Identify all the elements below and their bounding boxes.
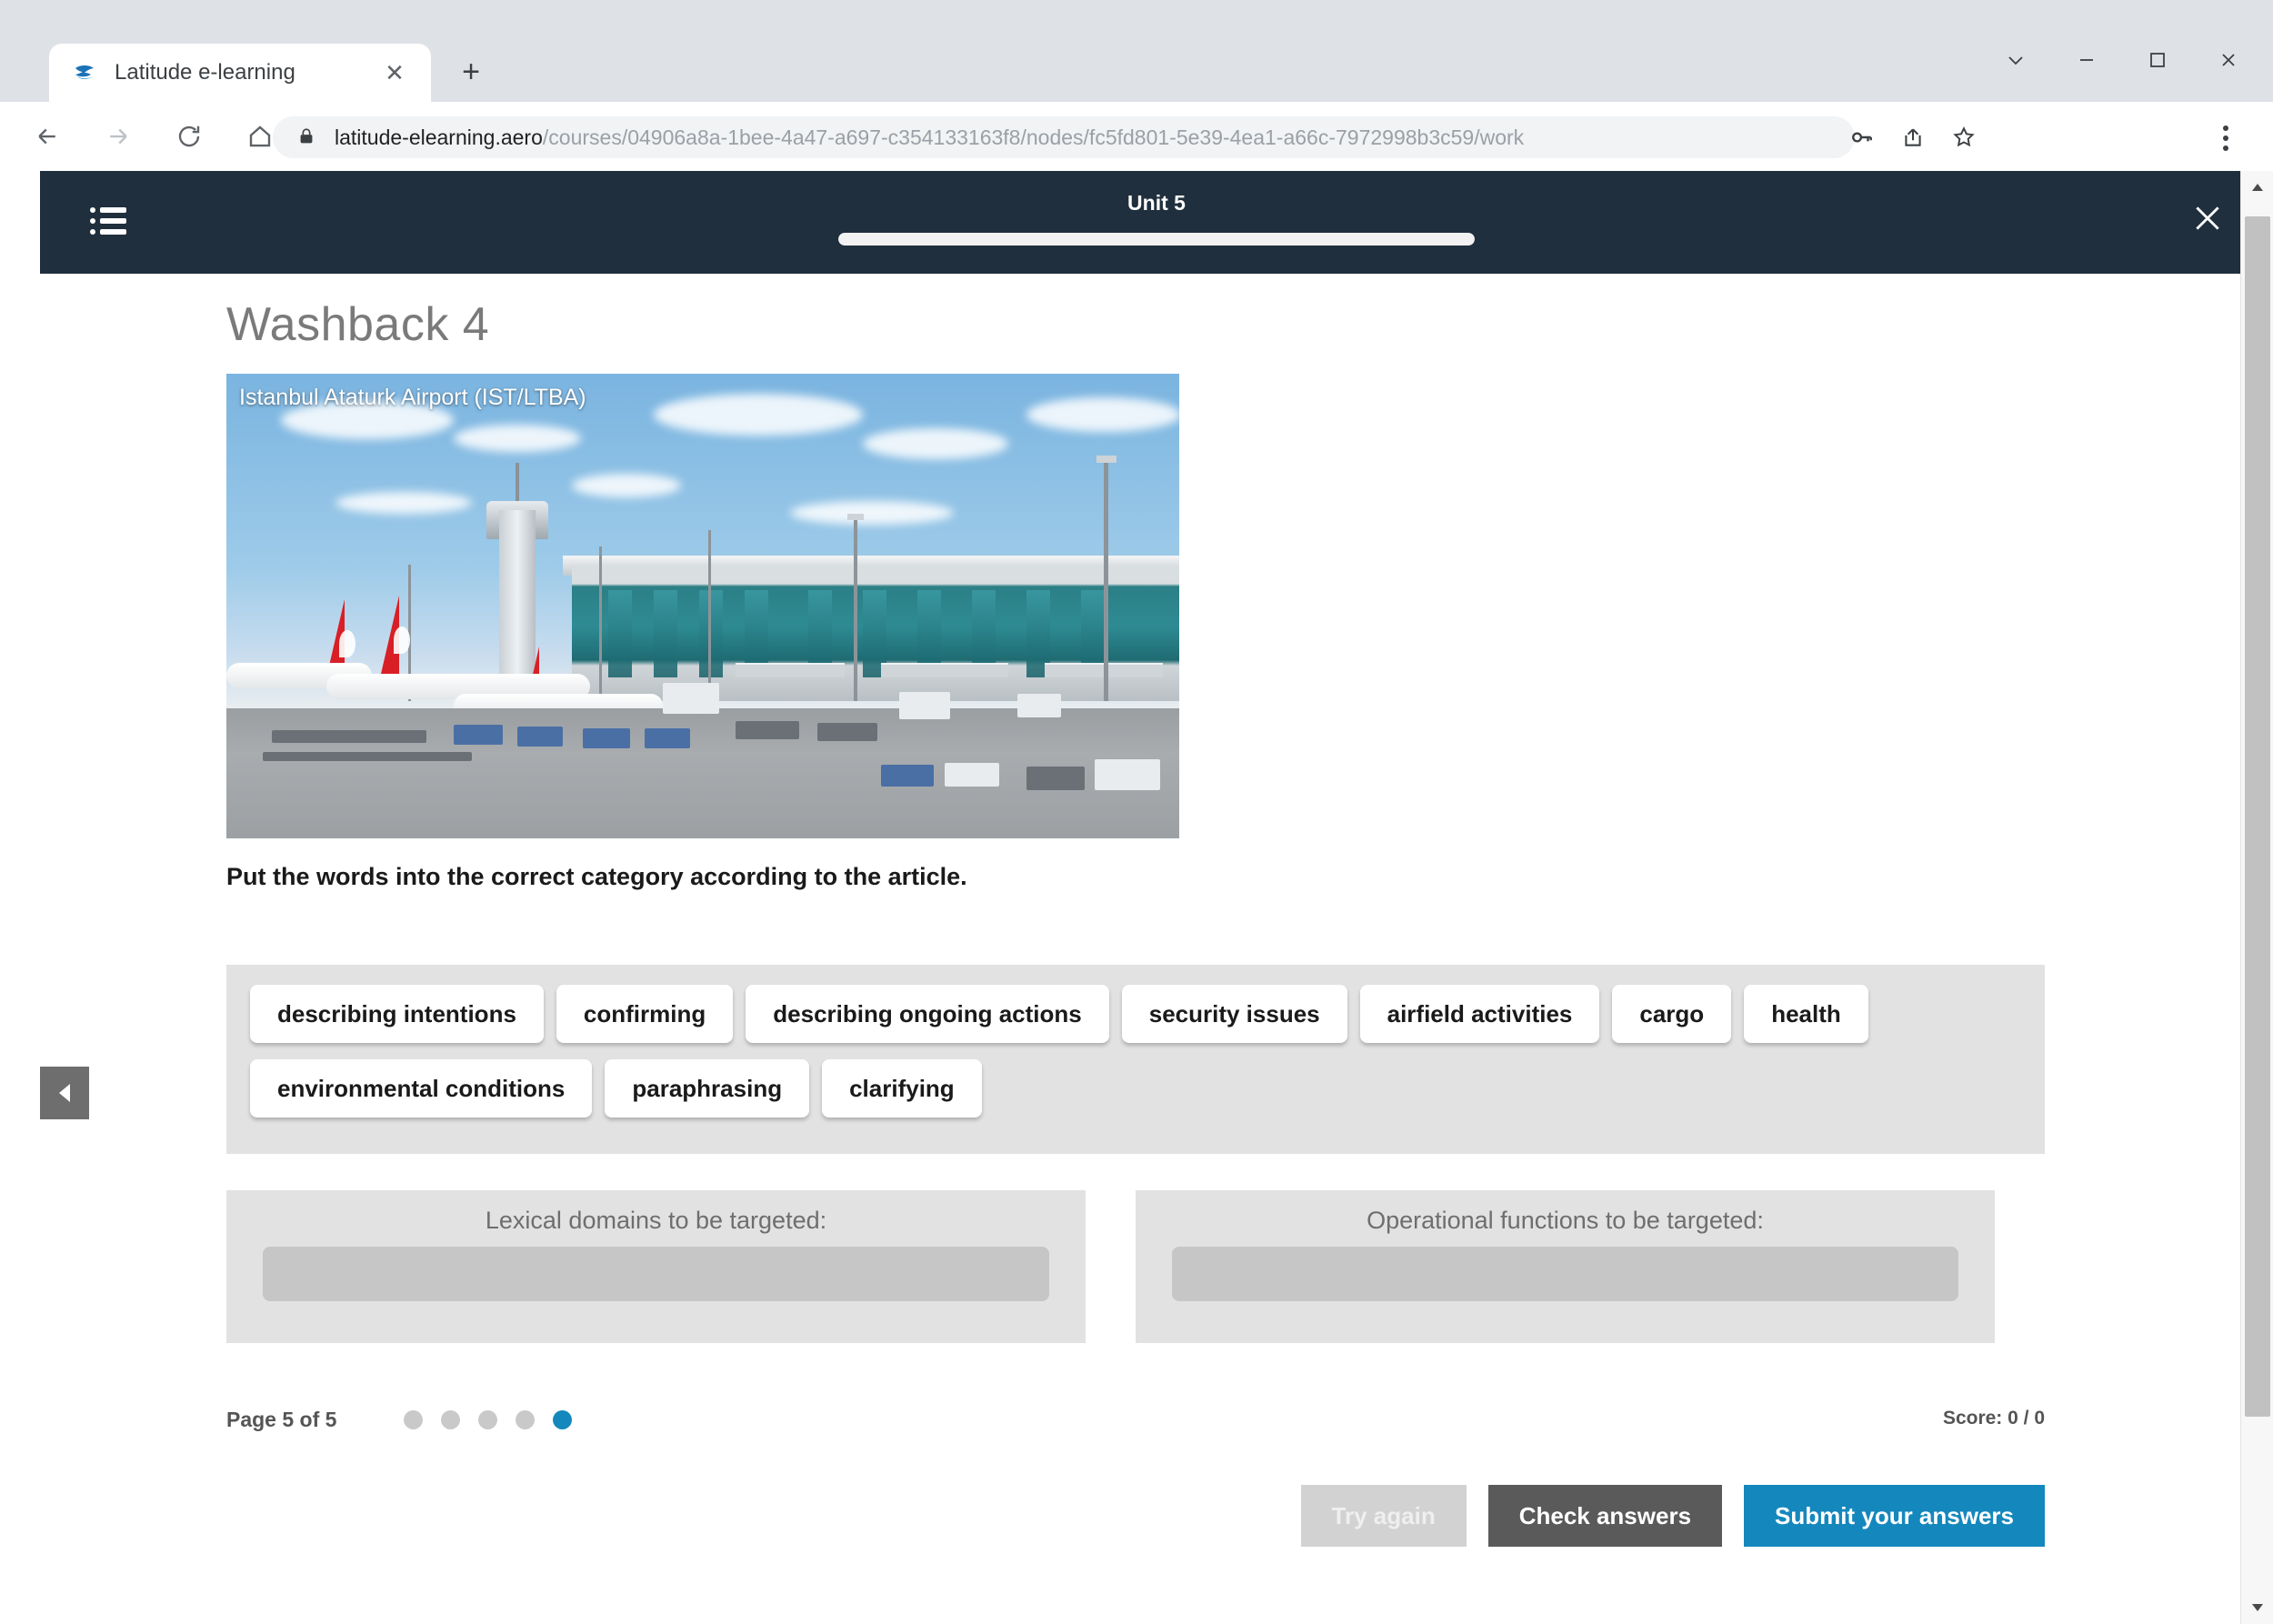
bookmark-star-icon[interactable] (1938, 116, 1989, 158)
word-chip[interactable]: describing intentions (250, 985, 544, 1043)
unit-progress-fill (838, 233, 1475, 246)
course-header: Unit 5 (40, 171, 2273, 274)
word-chip[interactable]: describing ongoing actions (746, 985, 1109, 1043)
unit-progress-bar (838, 233, 1475, 246)
action-buttons: Try again Check answers Submit your answ… (1300, 1485, 2045, 1547)
word-chip[interactable]: confirming (556, 985, 734, 1043)
window-maximize-icon[interactable] (2122, 36, 2193, 84)
score-label: Score: 0 / 0 (1942, 1408, 2045, 1429)
dropzone-label: Lexical domains to be targeted: (485, 1207, 827, 1234)
word-chip[interactable]: paraphrasing (605, 1059, 810, 1118)
browser-titlebar: Latitude e-learning ✕ + (0, 0, 2273, 102)
word-chip[interactable]: environmental conditions (250, 1059, 593, 1118)
page-indicator: Page 5 of 5 (226, 1408, 337, 1431)
latitude-logo-icon (71, 59, 98, 86)
browser-tab-title: Latitude e-learning (115, 60, 295, 85)
url-text: latitude-elearning.aero/courses/04906a8a… (335, 125, 1524, 150)
back-icon[interactable] (24, 113, 71, 160)
dropzone-lexical-domains[interactable]: Lexical domains to be targeted: (226, 1190, 1086, 1343)
window-close-icon[interactable] (2193, 36, 2264, 84)
page-dot-3[interactable] (478, 1410, 497, 1429)
word-chip[interactable]: clarifying (822, 1059, 982, 1118)
check-answers-button[interactable]: Check answers (1487, 1485, 1723, 1547)
window-chevron-down-icon[interactable] (1980, 36, 2051, 84)
reload-icon[interactable] (165, 113, 213, 160)
word-chip[interactable]: airfield activities (1359, 985, 1600, 1043)
exercise-instruction: Put the words into the correct category … (226, 863, 967, 890)
try-again-button[interactable]: Try again (1300, 1485, 1467, 1547)
photo-caption: Istanbul Ataturk Airport (IST/LTBA) (239, 385, 586, 410)
browser-window: Latitude e-learning ✕ + latitude-elearni… (0, 0, 2273, 1624)
page-viewport: Unit 5 Washback 4 Istanbul Ataturk Airpo… (0, 171, 2273, 1624)
dropzone-label: Operational functions to be targeted: (1367, 1207, 1764, 1234)
word-chip[interactable]: security issues (1121, 985, 1347, 1043)
browser-toolbar: latitude-elearning.aero/courses/04906a8a… (0, 102, 2273, 171)
tab-close-icon[interactable]: ✕ (382, 61, 407, 86)
previous-panel-handle[interactable] (40, 1067, 89, 1119)
share-icon[interactable] (1887, 116, 1938, 158)
lock-icon (296, 126, 318, 148)
airport-photo: Istanbul Ataturk Airport (IST/LTBA) (226, 374, 1179, 838)
page-title: Washback 4 (226, 298, 490, 351)
triangle-left-icon (59, 1084, 70, 1102)
page-dots[interactable] (404, 1410, 572, 1429)
word-chip[interactable]: health (1744, 985, 1868, 1043)
word-chip[interactable]: cargo (1612, 985, 1732, 1043)
dropzone-slot[interactable] (1172, 1247, 1958, 1301)
url-host: latitude-elearning.aero (335, 125, 543, 149)
dropzone-slot[interactable] (263, 1247, 1049, 1301)
key-icon[interactable] (1837, 116, 1887, 158)
browser-tab[interactable]: Latitude e-learning ✕ (49, 44, 431, 102)
window-minimize-icon[interactable] (2051, 36, 2122, 84)
three-dot-menu-icon[interactable] (2209, 122, 2242, 155)
dropzone-operational-functions[interactable]: Operational functions to be targeted: (1136, 1190, 1995, 1343)
word-bank[interactable]: describing intentions confirming describin… (226, 965, 2045, 1154)
scrollbar-thumb[interactable] (2245, 216, 2270, 1417)
page-dot-4[interactable] (516, 1410, 535, 1429)
close-icon[interactable] (2186, 196, 2229, 240)
omnibox-actions (1837, 116, 1989, 158)
exercise-content: Washback 4 Istanbul Ataturk Airport (IST… (40, 274, 2240, 1624)
url-path: /courses/04906a8a-1bee-4a47-a697-c354133… (542, 125, 1525, 149)
page-dot-2[interactable] (441, 1410, 460, 1429)
page-dot-1[interactable] (404, 1410, 423, 1429)
unit-title: Unit 5 (1127, 191, 1186, 215)
page-dot-5[interactable] (553, 1410, 572, 1429)
address-bar[interactable]: latitude-elearning.aero/courses/04906a8a… (273, 116, 1855, 158)
window-controls (1980, 36, 2264, 84)
caret-down-icon[interactable] (2241, 1591, 2273, 1624)
caret-up-icon[interactable] (2241, 171, 2273, 204)
submit-answers-button[interactable]: Submit your answers (1744, 1485, 2045, 1547)
new-tab-button[interactable]: + (455, 56, 487, 90)
forward-icon[interactable] (95, 113, 142, 160)
page-scrollbar[interactable] (2240, 171, 2273, 1624)
